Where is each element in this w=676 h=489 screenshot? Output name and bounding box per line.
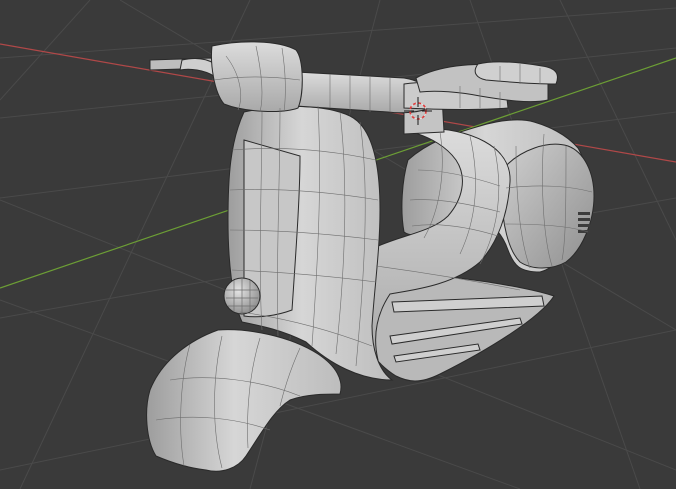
- handlebar[interactable]: [149, 41, 558, 114]
- front-fender: [146, 329, 342, 472]
- 3d-viewport[interactable]: [0, 0, 676, 489]
- headlamp: [223, 277, 261, 315]
- vespa-scooter-wireframe[interactable]: [146, 41, 595, 472]
- viewport-canvas[interactable]: [0, 0, 676, 489]
